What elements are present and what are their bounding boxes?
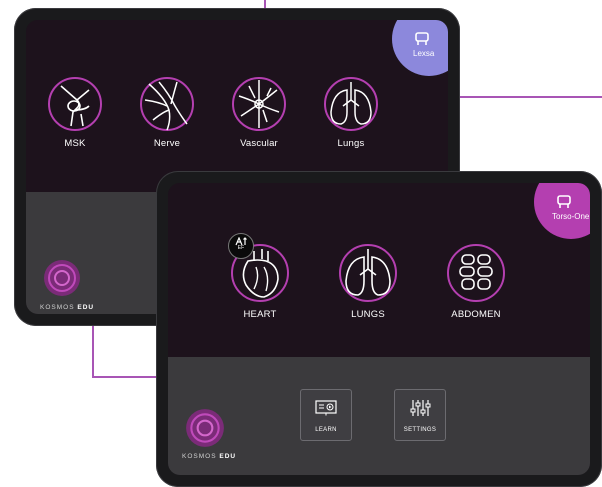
preset-label: ABDOMEN: [451, 309, 501, 320]
connector-line-left-horizontal: [92, 376, 162, 378]
lungs-icon: [339, 244, 397, 302]
preset-lungs[interactable]: Lungs: [316, 76, 386, 149]
preset-label: HEART: [243, 309, 277, 320]
probe-badge-label: Torso-One: [552, 212, 590, 221]
preset-lungs[interactable]: LUNGS: [330, 243, 406, 320]
preset-msk[interactable]: MSK: [40, 76, 110, 149]
knee-joint-icon: [48, 77, 102, 131]
brand-name: KOSMOS EDU: [40, 304, 95, 311]
preset-abdomen[interactable]: ABDOMEN: [438, 243, 514, 320]
brand-name: KOSMOS EDU: [182, 453, 237, 460]
kosmos-logo-icon: [44, 260, 80, 296]
learn-icon: [315, 400, 337, 416]
lungs-icon: [324, 77, 378, 131]
nerve-icon: [140, 77, 194, 131]
abdomen-icon: [447, 244, 505, 302]
ef-badge-label: EF: [237, 245, 245, 251]
connector-line-left-vertical: [92, 318, 94, 378]
preset-label: MSK: [64, 138, 86, 149]
learn-button[interactable]: LEARN: [300, 389, 352, 441]
preset-label: Vascular: [240, 138, 278, 149]
connector-line-right: [455, 96, 602, 98]
settings-button-label: SETTINGS: [403, 427, 437, 433]
ef-badge[interactable]: EF: [228, 233, 254, 259]
probe-badge-label: Lexsa: [413, 49, 435, 58]
learn-button-label: LEARN: [315, 427, 337, 433]
front-tablet-screen: Torso-One HEART EF LUNGS ABDOMEN LEARN S…: [168, 183, 590, 475]
kosmos-logo-icon: [186, 409, 224, 447]
preset-label: LUNGS: [351, 309, 385, 320]
probe-icon: [557, 195, 571, 208]
vascular-icon: [232, 77, 286, 131]
probe-icon: [415, 32, 429, 45]
preset-label: Nerve: [153, 138, 181, 149]
front-tablet: Torso-One HEART EF LUNGS ABDOMEN LEARN S…: [156, 171, 602, 487]
settings-button[interactable]: SETTINGS: [394, 389, 446, 441]
preset-vascular[interactable]: Vascular: [224, 76, 294, 149]
settings-sliders-icon: [410, 400, 431, 416]
preset-label: Lungs: [337, 138, 365, 149]
preset-nerve[interactable]: Nerve: [132, 76, 202, 149]
